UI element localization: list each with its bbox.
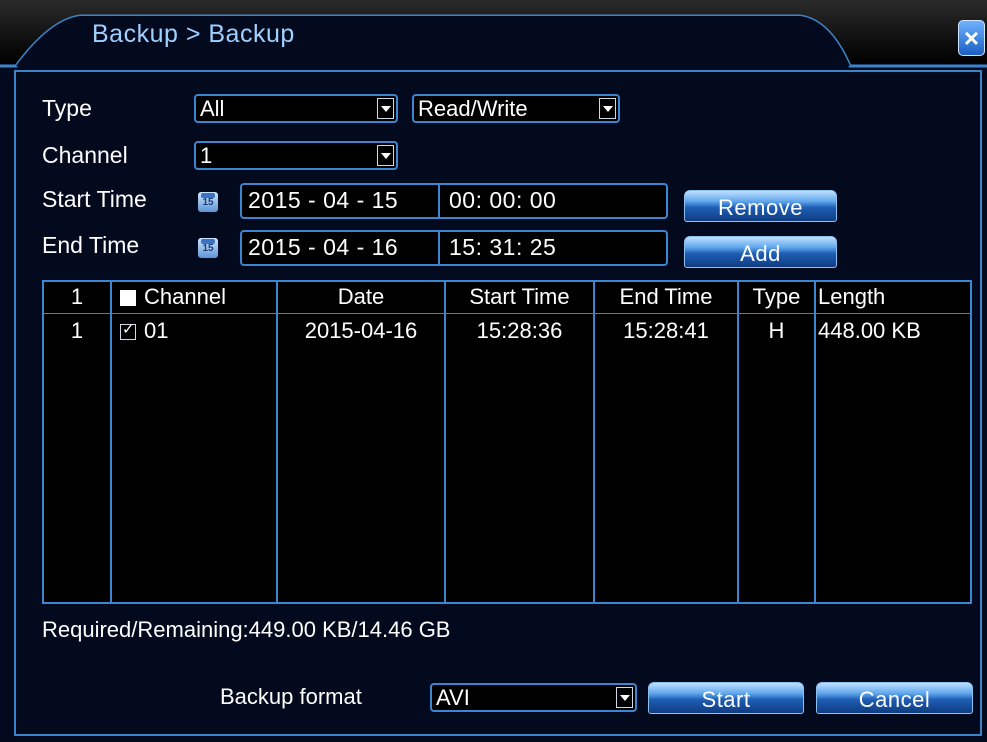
header-channel: Channel [144, 284, 226, 309]
backup-dialog: Backup > Backup × Type All Read/Write Ch… [0, 0, 987, 742]
row-end-time: 15:28:41 [623, 318, 709, 343]
backup-format-value: AVI [436, 685, 470, 710]
start-date: 2015 - 04 - 15 [248, 187, 399, 213]
mode-dropdown[interactable]: Read/Write [412, 94, 620, 123]
header-length: Length [818, 284, 886, 309]
row-index: 1 [70, 318, 84, 343]
row-checkbox[interactable] [120, 320, 136, 340]
select-all-checkbox[interactable] [120, 290, 136, 306]
start-time-field[interactable]: 2015 - 04 - 15 00: 00: 00 [240, 183, 668, 219]
start-button[interactable]: Start [648, 682, 804, 714]
header-date: Date [337, 284, 385, 309]
end-time-field[interactable]: 2015 - 04 - 16 15: 31: 25 [240, 230, 668, 266]
required-remaining-text: Required/Remaining:449.00 KB/14.46 GB [42, 617, 451, 642]
chevron-down-icon [599, 98, 616, 119]
type-value: All [200, 96, 225, 121]
row-date: 2015-04-16 [304, 318, 418, 343]
channel-label: Channel [42, 142, 128, 168]
calendar-icon[interactable]: 15 [198, 238, 218, 258]
end-clock: 15: 31: 25 [449, 234, 557, 260]
chevron-down-icon [377, 98, 394, 119]
separator [438, 185, 440, 217]
remove-button[interactable]: Remove [684, 190, 837, 222]
type-dropdown[interactable]: All [194, 94, 398, 123]
start-clock: 00: 00: 00 [449, 187, 557, 213]
column-divider [110, 282, 112, 602]
backup-format-label: Backup format [220, 684, 362, 709]
add-button[interactable]: Add [684, 236, 837, 268]
backup-format-dropdown[interactable]: AVI [430, 683, 637, 712]
header-divider [44, 313, 970, 314]
window-title: Backup > Backup [92, 20, 295, 48]
header-start-time: Start Time [469, 284, 570, 309]
start-time-label: Start Time [42, 186, 147, 212]
record-table[interactable]: 1 Channel Date Start Time End Time Type … [42, 280, 972, 604]
cancel-button[interactable]: Cancel [816, 682, 973, 714]
row-channel: 01 [144, 318, 169, 343]
channel-value: 1 [200, 143, 213, 168]
separator [438, 232, 440, 264]
row-start-time: 15:28:36 [476, 318, 563, 343]
header-index: 1 [70, 284, 84, 309]
row-length: 448.00 KB [818, 318, 921, 343]
header-type: Type [752, 284, 801, 309]
mode-value: Read/Write [418, 96, 528, 121]
end-date: 2015 - 04 - 16 [248, 234, 399, 260]
end-time-label: End Time [42, 232, 140, 258]
close-icon[interactable]: × [958, 20, 985, 56]
chevron-down-icon [616, 687, 633, 708]
column-divider [814, 282, 816, 602]
channel-dropdown[interactable]: 1 [194, 141, 398, 170]
calendar-icon[interactable]: 15 [198, 192, 218, 212]
type-label: Type [42, 95, 92, 121]
header-end-time: End Time [619, 284, 713, 309]
row-type: H [768, 318, 785, 343]
chevron-down-icon [377, 145, 394, 166]
